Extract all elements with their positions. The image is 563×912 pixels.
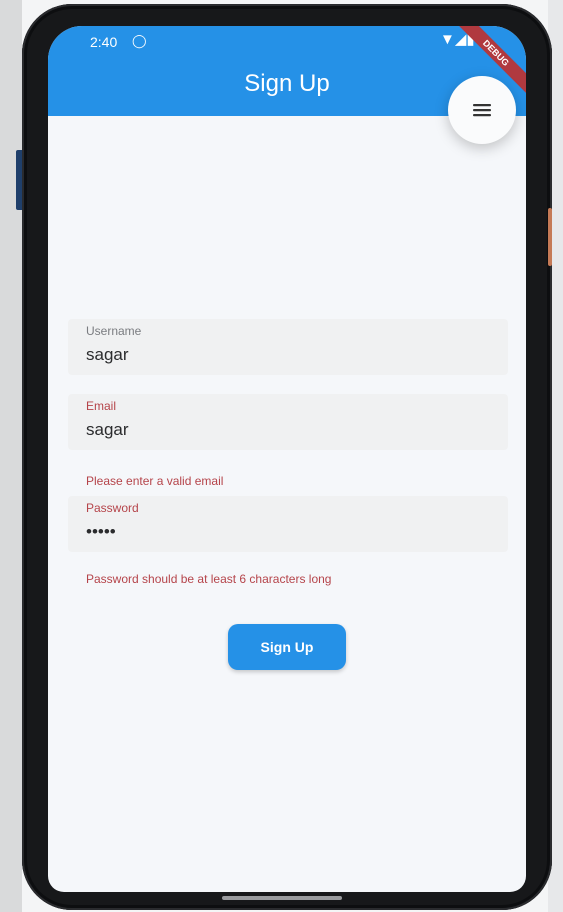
menu-icon	[473, 104, 491, 117]
password-error: Password should be at least 6 characters…	[86, 572, 332, 586]
status-time: 2:40	[90, 34, 118, 50]
email-field[interactable]: Email sagar	[68, 394, 508, 450]
background-left	[0, 0, 22, 912]
shield-icon: ◯	[132, 33, 147, 48]
email-label: Email	[86, 399, 117, 413]
email-error: Please enter a valid email	[86, 474, 224, 488]
menu-button[interactable]	[448, 76, 516, 144]
username-value: sagar	[86, 345, 129, 364]
username-field[interactable]: Username sagar	[68, 319, 508, 375]
password-value: •••••	[86, 522, 116, 541]
phone-side-button	[548, 208, 552, 266]
password-field[interactable]: Password •••••	[68, 496, 508, 552]
username-label: Username	[86, 324, 142, 338]
email-value: sagar	[86, 420, 129, 439]
home-indicator	[222, 896, 342, 900]
app-screen: 2:40 ◯ ▼◢▮ DEBUG Sign Up Username sagar …	[48, 26, 526, 892]
password-label: Password	[86, 501, 139, 515]
sign-up-button[interactable]: Sign Up	[228, 624, 346, 670]
